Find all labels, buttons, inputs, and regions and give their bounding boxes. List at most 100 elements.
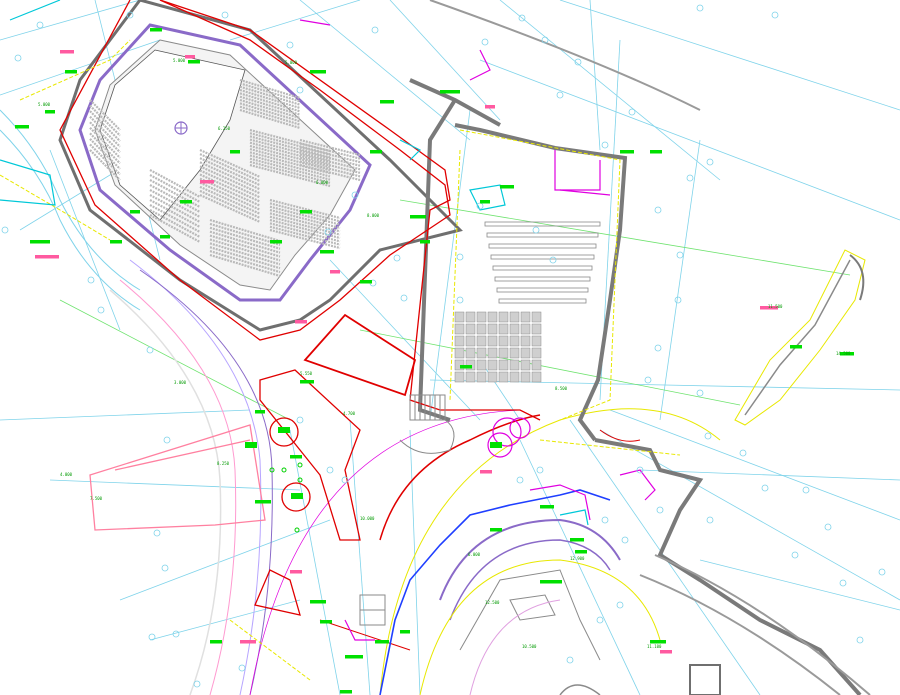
hall-seat-block [509, 335, 520, 347]
annotation-tag [480, 200, 490, 204]
annotation-tag [570, 538, 584, 542]
hall-seat-block [520, 347, 531, 359]
hall-seat-block [498, 335, 509, 347]
hall-seat-block [498, 359, 509, 371]
hall-seat-block [476, 347, 487, 359]
annotation-tag [300, 210, 312, 214]
hall-seat-block [520, 323, 531, 335]
level-label: 8.250 [217, 461, 230, 466]
level-label: 12.900 [570, 556, 585, 561]
level-label: 10.000 [360, 516, 375, 521]
annotation-tag [150, 28, 162, 32]
annotation-tag [30, 240, 50, 244]
annotation-tag [400, 630, 410, 634]
level-label: 4.000 [60, 472, 73, 477]
hall-seat-block [509, 371, 520, 383]
annotation-tag [35, 255, 59, 259]
hall-seat-block [487, 359, 498, 371]
annotation-tag [310, 600, 326, 604]
annotation-tag [375, 640, 389, 644]
annotation-tag [230, 150, 240, 154]
hall-seat-block [520, 311, 531, 323]
annotation-tag [185, 55, 195, 59]
annotation-tag [620, 150, 634, 154]
annotation-tag [420, 240, 430, 244]
hall-seat-block [454, 335, 465, 347]
annotation-tag [790, 345, 802, 349]
annotation-tag [330, 270, 340, 274]
annotation-tag [410, 215, 426, 219]
level-label: 4.700 [343, 411, 356, 416]
annotation-tag [575, 550, 587, 554]
annotation-tag [540, 505, 554, 509]
annotation-tag [480, 470, 492, 474]
hall-seat-block [509, 323, 520, 335]
annotation-tag [650, 150, 662, 154]
hall-seat-block [531, 347, 542, 359]
level-label: 5.000 [285, 60, 298, 65]
annotation-tag [440, 90, 460, 94]
annotation-tag [45, 110, 55, 114]
level-label: 6.000 [468, 552, 481, 557]
annotation-tag [490, 442, 502, 448]
hall-seat-block [487, 347, 498, 359]
annotation-tag [295, 320, 307, 324]
hall-seat-block [487, 323, 498, 335]
hall-seat-block [498, 347, 509, 359]
annotation-tag [210, 640, 222, 644]
annotation-tag [188, 60, 200, 64]
hall-seat-block [476, 323, 487, 335]
hall-seat-block [509, 347, 520, 359]
annotation-tag [660, 650, 672, 654]
hall-seat-block [465, 323, 476, 335]
annotation-tag [60, 50, 74, 54]
hall-seat-block [531, 323, 542, 335]
annotation-tag [345, 655, 363, 659]
hall-seat-block [487, 311, 498, 323]
hall-seat-block [498, 311, 509, 323]
annotation-tag [255, 410, 265, 414]
annotation-tag [490, 528, 502, 532]
annotation-tag [370, 150, 382, 154]
level-label: 3.000 [174, 380, 187, 385]
hall-seat-block [531, 311, 542, 323]
annotation-tag [540, 580, 562, 584]
annotation-tag [278, 427, 290, 433]
annotation-tag [320, 250, 334, 254]
level-label: 10.500 [522, 644, 537, 649]
hall-seat-block [498, 371, 509, 383]
annotation-tag [290, 455, 302, 459]
hall-seat-block [476, 311, 487, 323]
level-label: 5.000 [38, 102, 51, 107]
annotation-tag [380, 100, 394, 104]
annotation-tag [650, 640, 666, 644]
level-label: 5.550 [300, 371, 313, 376]
level-label: 11.500 [768, 304, 783, 309]
hall-seat-block [454, 311, 465, 323]
level-label: 14.500 [836, 351, 851, 356]
annotation-tag [500, 185, 514, 189]
annotation-tag [240, 640, 256, 644]
hall-seat-block [476, 359, 487, 371]
hall-seat-block [520, 335, 531, 347]
hall-seat-block [531, 371, 542, 383]
hall-seat-block [465, 347, 476, 359]
annotation-tag [300, 380, 314, 384]
level-label: 5.000 [173, 58, 186, 63]
annotation-tag [180, 200, 192, 204]
hall-seat-block [454, 371, 465, 383]
annotation-tag [320, 620, 332, 624]
hall-seat-block [487, 371, 498, 383]
level-label: 12.500 [485, 600, 500, 605]
hall-seat-block [465, 311, 476, 323]
hall-seat-block [509, 359, 520, 371]
annotation-tag [291, 493, 303, 499]
hall-seat-block [520, 371, 531, 383]
hall-seat-block [498, 323, 509, 335]
floor-plan-drawing: 5.000 5.000 6.250 6.000 8.000 5.000 8.25… [0, 0, 900, 695]
level-label: 8.500 [555, 386, 568, 391]
level-label: 7.500 [90, 496, 103, 501]
hall-seat-block [476, 335, 487, 347]
annotation-tag [255, 500, 271, 504]
level-label: 11.100 [647, 644, 662, 649]
